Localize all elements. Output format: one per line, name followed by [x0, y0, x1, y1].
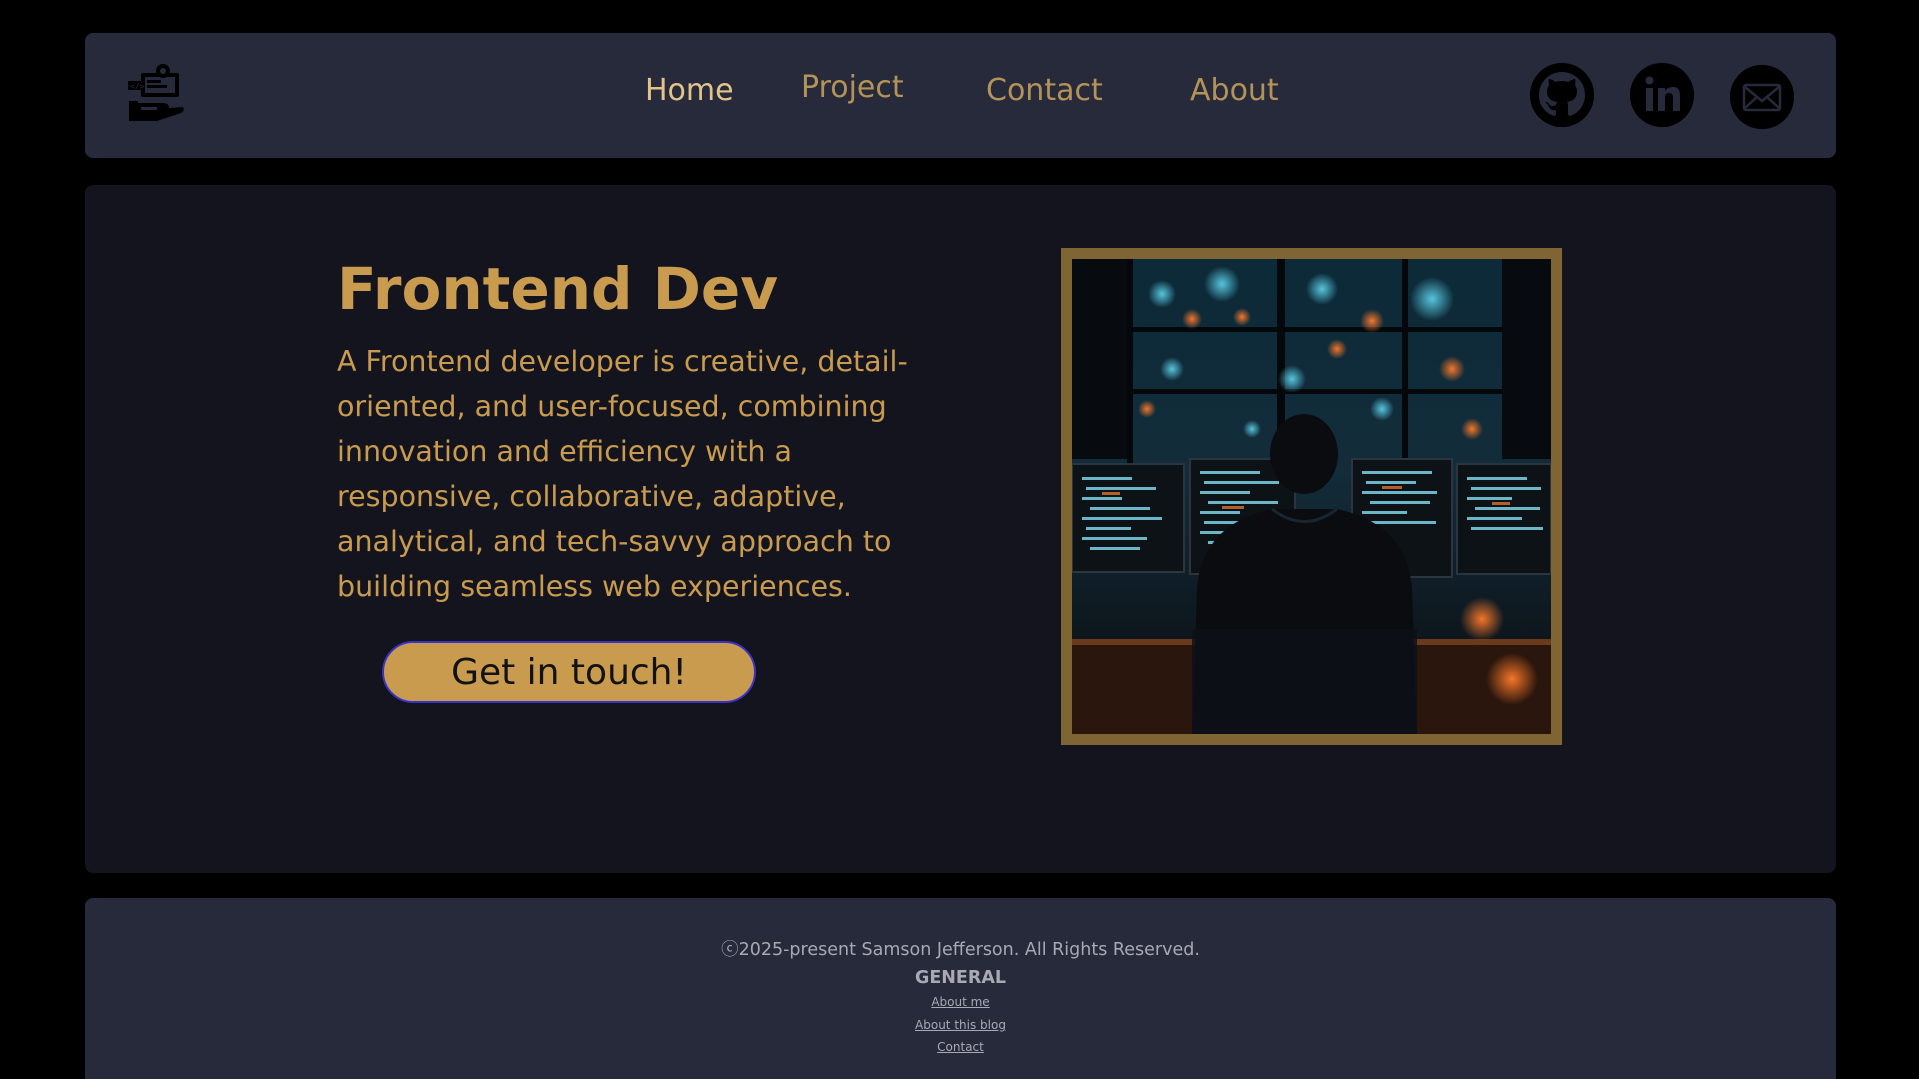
page: </> Home Project Contact About Frontend … [0, 0, 1919, 1079]
footer-link-contact[interactable]: Contact [85, 1040, 1836, 1054]
developer-photo [1061, 248, 1562, 745]
get-in-touch-button[interactable]: Get in touch! [382, 641, 756, 703]
nav-home[interactable]: Home [645, 73, 734, 108]
hero-title: Frontend Dev [337, 255, 779, 323]
nav-contact[interactable]: Contact [986, 73, 1103, 108]
footer: ⓒ2025-present Samson Jefferson. All Righ… [85, 898, 1836, 1079]
svg-text:</>: </> [130, 82, 145, 91]
footer-heading-general: GENERAL [914, 968, 1007, 988]
footer-link-about-me[interactable]: About me [85, 995, 1836, 1009]
nav-project[interactable]: Project [801, 70, 904, 105]
hero-description: A Frontend developer is creative, detail… [337, 345, 908, 603]
nav-about[interactable]: About [1190, 73, 1279, 108]
github-icon[interactable] [1530, 63, 1594, 127]
navbar: </> Home Project Contact About [85, 33, 1836, 158]
copyright-text: ⓒ2025-present Samson Jefferson. All Righ… [721, 940, 1200, 960]
linkedin-icon[interactable] [1630, 63, 1694, 127]
footer-link-about-blog[interactable]: About this blog [85, 1018, 1836, 1032]
email-icon[interactable] [1730, 65, 1794, 129]
hero-section: Frontend Dev A Frontend developer is cre… [85, 185, 1836, 873]
logo-icon[interactable]: </> [127, 63, 185, 123]
